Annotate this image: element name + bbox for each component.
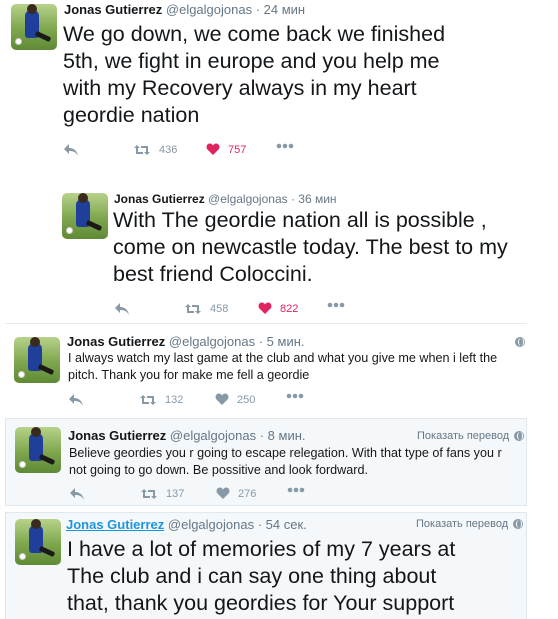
- retweet-count: 458: [210, 303, 229, 315]
- retweet-count: 137: [166, 488, 185, 500]
- reply-icon: [115, 303, 129, 315]
- show-translation-link[interactable]: Показать перевод: [417, 430, 525, 442]
- avatar[interactable]: [14, 337, 60, 383]
- tweet-text: I always watch my last game at the club …: [68, 351, 498, 382]
- author-name[interactable]: Jonas Gutierrez: [68, 428, 166, 443]
- heart-icon: [206, 143, 220, 155]
- like-count: 757: [228, 143, 247, 156]
- retweet-count: 132: [165, 394, 184, 406]
- retweet-icon: [141, 489, 157, 499]
- more-button[interactable]: [287, 487, 305, 493]
- avatar[interactable]: [11, 4, 57, 50]
- heart-icon: [215, 393, 229, 405]
- divider: [5, 323, 527, 324]
- more-button[interactable]: [327, 302, 345, 308]
- retweet-icon: [140, 395, 156, 405]
- author-name[interactable]: Jonas Gutierrez: [66, 517, 164, 532]
- more-icon: [276, 143, 294, 149]
- reply-icon: [70, 488, 84, 500]
- like-button[interactable]: 250: [215, 393, 255, 406]
- reply-button[interactable]: [68, 393, 84, 407]
- like-button[interactable]: 276: [216, 487, 256, 500]
- reply-button[interactable]: [69, 487, 85, 501]
- like-button[interactable]: 757: [206, 143, 246, 156]
- tweet-time[interactable]: · 5 мин.: [259, 334, 305, 349]
- more-icon: [327, 302, 345, 308]
- author-handle[interactable]: @elgalgojonas: [166, 2, 252, 17]
- more-icon: [287, 487, 305, 493]
- author-name[interactable]: Jonas Gutierrez: [114, 192, 205, 206]
- retweet-button[interactable]: 458: [184, 302, 228, 316]
- tweet-actions: 132 250: [68, 393, 318, 411]
- tweet-actions: 458 822: [114, 302, 374, 320]
- retweet-button[interactable]: 436: [133, 143, 177, 157]
- tweet-header: Jonas Gutierrez @elgalgojonas · 36 мин: [114, 192, 337, 206]
- tweet-actions: 436 757: [63, 143, 323, 161]
- author-handle[interactable]: @elgalgojonas: [168, 517, 254, 532]
- avatar[interactable]: [15, 427, 61, 473]
- retweet-button[interactable]: 137: [140, 487, 184, 501]
- retweet-icon: [185, 304, 201, 314]
- author-handle[interactable]: @elgalgojonas: [208, 192, 288, 206]
- like-count: 822: [280, 302, 299, 315]
- tweet-time[interactable]: · 54 сек.: [258, 517, 307, 532]
- heart-icon: [258, 302, 272, 314]
- more-button[interactable]: [286, 393, 304, 399]
- tweet-text: I have a lot of memories of my 7 years a…: [67, 537, 456, 615]
- heart-icon: [216, 487, 230, 499]
- retweet-count: 436: [159, 144, 178, 156]
- tweet-time[interactable]: · 24 мин: [256, 2, 305, 17]
- globe-icon: [514, 431, 525, 441]
- retweet-button[interactable]: 132: [139, 393, 183, 407]
- tweet-header: Jonas Gutierrez @elgalgojonas · 5 мин.: [67, 334, 305, 349]
- author-name[interactable]: Jonas Gutierrez: [67, 334, 165, 349]
- tweet-text: Believe geordies you r going to escape r…: [69, 446, 502, 477]
- tweet-3[interactable]: Jonas Gutierrez @elgalgojonas · 5 мин. I…: [5, 325, 527, 415]
- reply-button[interactable]: [63, 143, 79, 157]
- reply-button[interactable]: [114, 302, 130, 316]
- author-name[interactable]: Jonas Gutierrez: [64, 2, 162, 17]
- author-handle[interactable]: @elgalgojonas: [169, 334, 255, 349]
- avatar[interactable]: [62, 193, 108, 239]
- tweet-header: Jonas Gutierrez @elgalgojonas · 8 мин.: [68, 428, 306, 443]
- like-count: 250: [237, 393, 256, 406]
- globe-icon[interactable]: [515, 337, 525, 347]
- tweet-4[interactable]: Jonas Gutierrez @elgalgojonas · 8 мин. П…: [5, 418, 527, 506]
- tweet-5[interactable]: Jonas Gutierrez @elgalgojonas · 54 сек. …: [5, 512, 527, 619]
- tweet-text: We go down, we come back we finished 5th…: [63, 22, 446, 127]
- show-translation-label: Показать перевод: [416, 518, 509, 530]
- reply-icon: [64, 144, 78, 156]
- like-count: 276: [238, 487, 257, 500]
- tweet-header: Jonas Gutierrez @elgalgojonas · 54 сек.: [66, 517, 307, 532]
- show-translation-label: Показать перевод: [417, 430, 510, 442]
- tweet-1[interactable]: Jonas Gutierrez @elgalgojonas · 24 мин W…: [0, 0, 558, 170]
- retweet-icon: [134, 145, 150, 155]
- tweet-2[interactable]: Jonas Gutierrez @elgalgojonas · 36 мин W…: [0, 180, 558, 320]
- tweet-time[interactable]: · 8 мин.: [260, 428, 306, 443]
- reply-icon: [69, 394, 83, 406]
- more-icon: [286, 393, 304, 399]
- like-button[interactable]: 822: [258, 302, 298, 315]
- tweet-time[interactable]: · 36 мин: [291, 192, 337, 206]
- more-button[interactable]: [276, 143, 294, 149]
- author-handle[interactable]: @elgalgojonas: [170, 428, 256, 443]
- tweet-actions: 137 276: [69, 487, 319, 505]
- show-translation-link[interactable]: Показать перевод: [416, 518, 524, 530]
- tweet-text: With The geordie nation all is possible …: [113, 208, 508, 286]
- globe-icon: [513, 519, 524, 529]
- tweet-header: Jonas Gutierrez @elgalgojonas · 24 мин: [64, 2, 305, 17]
- avatar[interactable]: [15, 519, 61, 565]
